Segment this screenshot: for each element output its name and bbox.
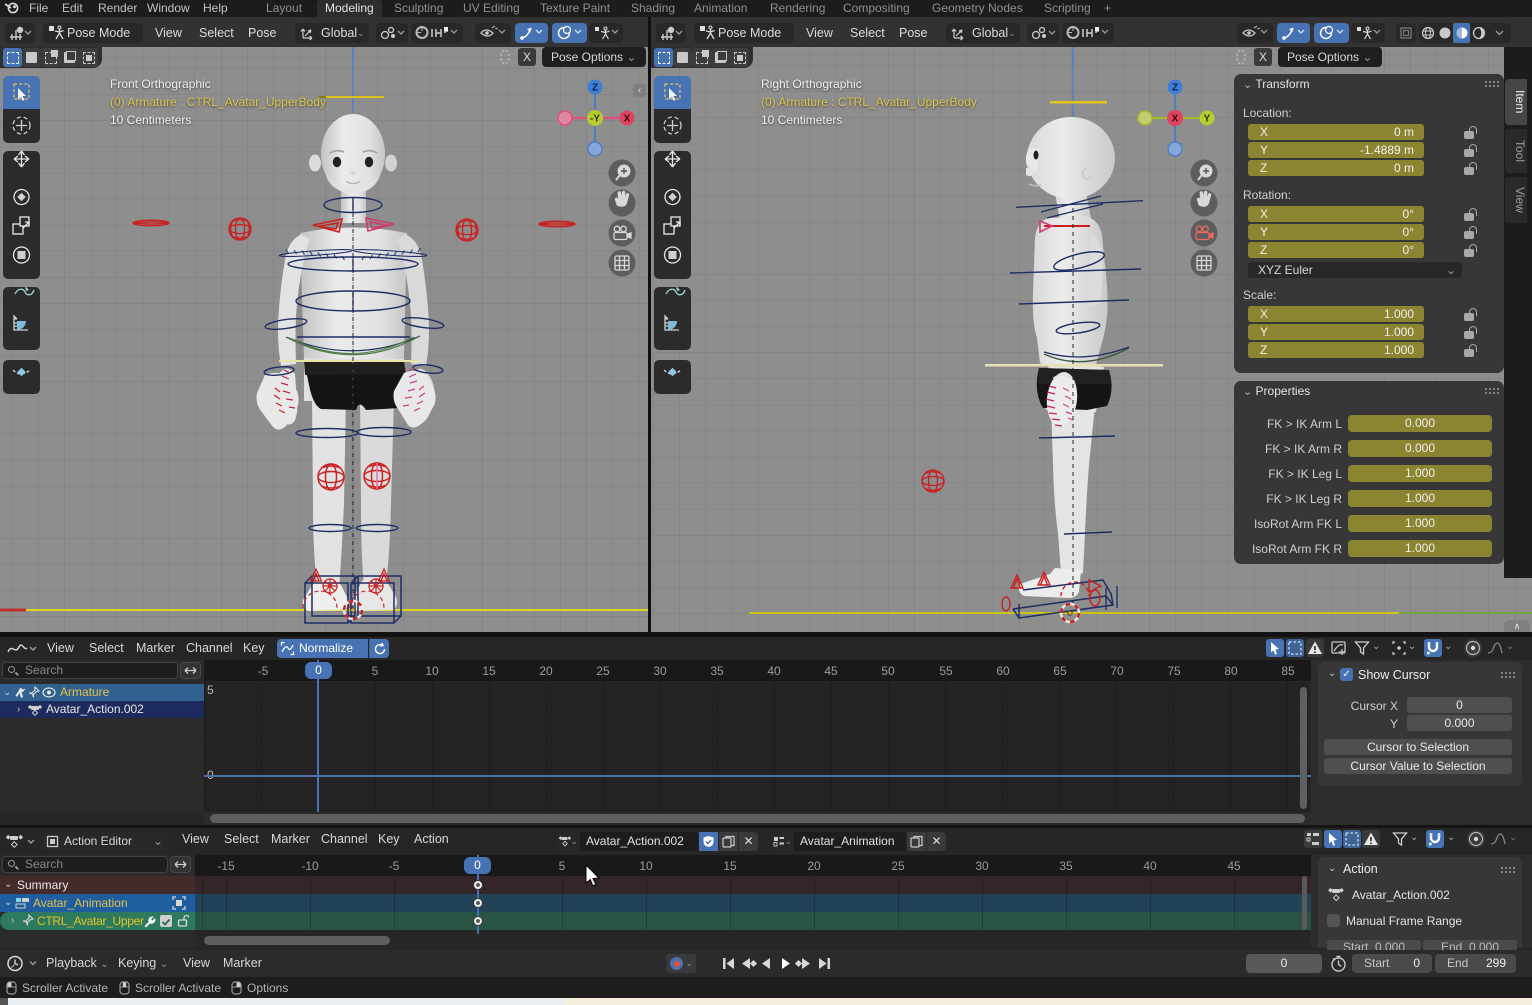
svg-text:Y: Y <box>1204 114 1211 125</box>
svg-text:Z: Z <box>1172 83 1178 94</box>
svg-text:X: X <box>624 114 631 125</box>
svg-text:-Y: -Y <box>590 114 600 125</box>
svg-text:Z: Z <box>592 83 598 94</box>
svg-text:X: X <box>1172 114 1179 125</box>
